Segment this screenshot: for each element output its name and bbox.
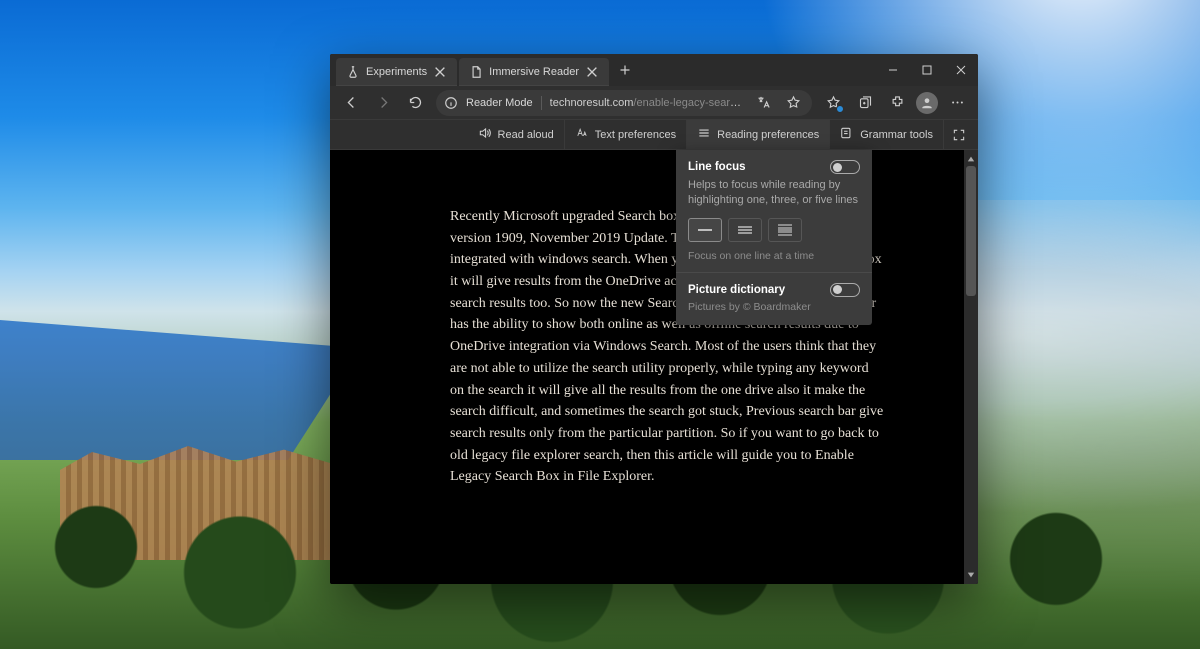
vertical-scrollbar[interactable] [964, 150, 978, 584]
scroll-down-arrow[interactable] [964, 568, 978, 582]
picture-dictionary-toggle[interactable] [830, 283, 860, 297]
speaker-icon [478, 126, 492, 143]
profile-avatar[interactable] [916, 92, 938, 114]
text-preferences-label: Text preferences [595, 129, 676, 141]
line-focus-toggle[interactable] [830, 160, 860, 174]
close-window-button[interactable] [944, 54, 978, 86]
reading-preferences-button[interactable]: Reading preferences [686, 120, 829, 149]
reading-preferences-popup: Line focus Helps to focus while reading … [676, 150, 872, 325]
grammar-tools-label: Grammar tools [860, 129, 933, 141]
close-tab-icon[interactable] [433, 65, 447, 79]
tab-experiments[interactable]: Experiments [336, 58, 457, 86]
text-a-icon [575, 126, 589, 143]
tab-immersive-reader[interactable]: Immersive Reader [459, 58, 609, 86]
site-info-icon[interactable] [444, 96, 458, 110]
url-text: technoresult.com/enable-legacy-search-bo… [550, 97, 744, 109]
favorite-star-icon[interactable] [782, 92, 804, 114]
line-focus-one[interactable] [688, 218, 722, 242]
line-focus-options [688, 218, 860, 242]
window-controls [876, 54, 978, 86]
line-focus-title: Line focus [688, 161, 746, 173]
picture-dictionary-caption: Pictures by © Boardmaker [688, 301, 860, 313]
refresh-button[interactable] [400, 89, 430, 117]
line-focus-caption: Focus on one line at a time [688, 250, 860, 262]
titlebar: Experiments Immersive Reader [330, 54, 978, 86]
separator [541, 96, 542, 110]
lines-icon [697, 126, 711, 143]
line-focus-five[interactable] [768, 218, 802, 242]
picture-dictionary-title: Picture dictionary [688, 284, 785, 296]
divider [676, 272, 872, 273]
tab-label: Immersive Reader [489, 66, 579, 78]
scroll-track[interactable] [964, 166, 978, 568]
line-focus-three[interactable] [728, 218, 762, 242]
forward-button[interactable] [368, 89, 398, 117]
minimize-button[interactable] [876, 54, 910, 86]
scroll-thumb[interactable] [966, 166, 976, 296]
grammar-icon [840, 126, 854, 143]
edge-window: Experiments Immersive Reader [330, 54, 978, 584]
grammar-tools-button[interactable]: Grammar tools [829, 120, 943, 149]
scroll-up-arrow[interactable] [964, 152, 978, 166]
favorites-button[interactable] [818, 89, 848, 117]
read-aloud-label: Read aloud [498, 129, 554, 141]
new-tab-button[interactable] [611, 54, 639, 86]
url-path: /enable-legacy-search-box-in-file-explor… [633, 97, 744, 109]
immersive-reader-bar: Read aloud Text preferences Reading pref… [330, 120, 978, 150]
settings-more-button[interactable] [942, 89, 972, 117]
page-content: Recently Microsoft upgraded Search box i… [330, 150, 978, 584]
fullscreen-toggle-button[interactable] [943, 120, 974, 149]
back-button[interactable] [336, 89, 366, 117]
text-preferences-button[interactable]: Text preferences [564, 120, 686, 149]
read-aloud-button[interactable]: Read aloud [468, 120, 564, 149]
line-focus-description: Helps to focus while reading by highligh… [688, 178, 860, 208]
maximize-button[interactable] [910, 54, 944, 86]
reading-preferences-label: Reading preferences [717, 129, 819, 141]
tab-strip: Experiments Immersive Reader [330, 54, 876, 86]
reader-mode-indicator: Reader Mode [466, 97, 533, 109]
tab-label: Experiments [366, 66, 427, 78]
collections-button[interactable] [850, 89, 880, 117]
toolbar: Reader Mode technoresult.com/enable-lega… [330, 86, 978, 120]
extensions-button[interactable] [882, 89, 912, 117]
close-tab-icon[interactable] [585, 65, 599, 79]
url-host: technoresult.com [550, 97, 634, 109]
translate-icon[interactable] [752, 92, 774, 114]
page-icon [469, 65, 483, 79]
address-bar[interactable]: Reader Mode technoresult.com/enable-lega… [436, 90, 812, 116]
flask-icon [346, 65, 360, 79]
